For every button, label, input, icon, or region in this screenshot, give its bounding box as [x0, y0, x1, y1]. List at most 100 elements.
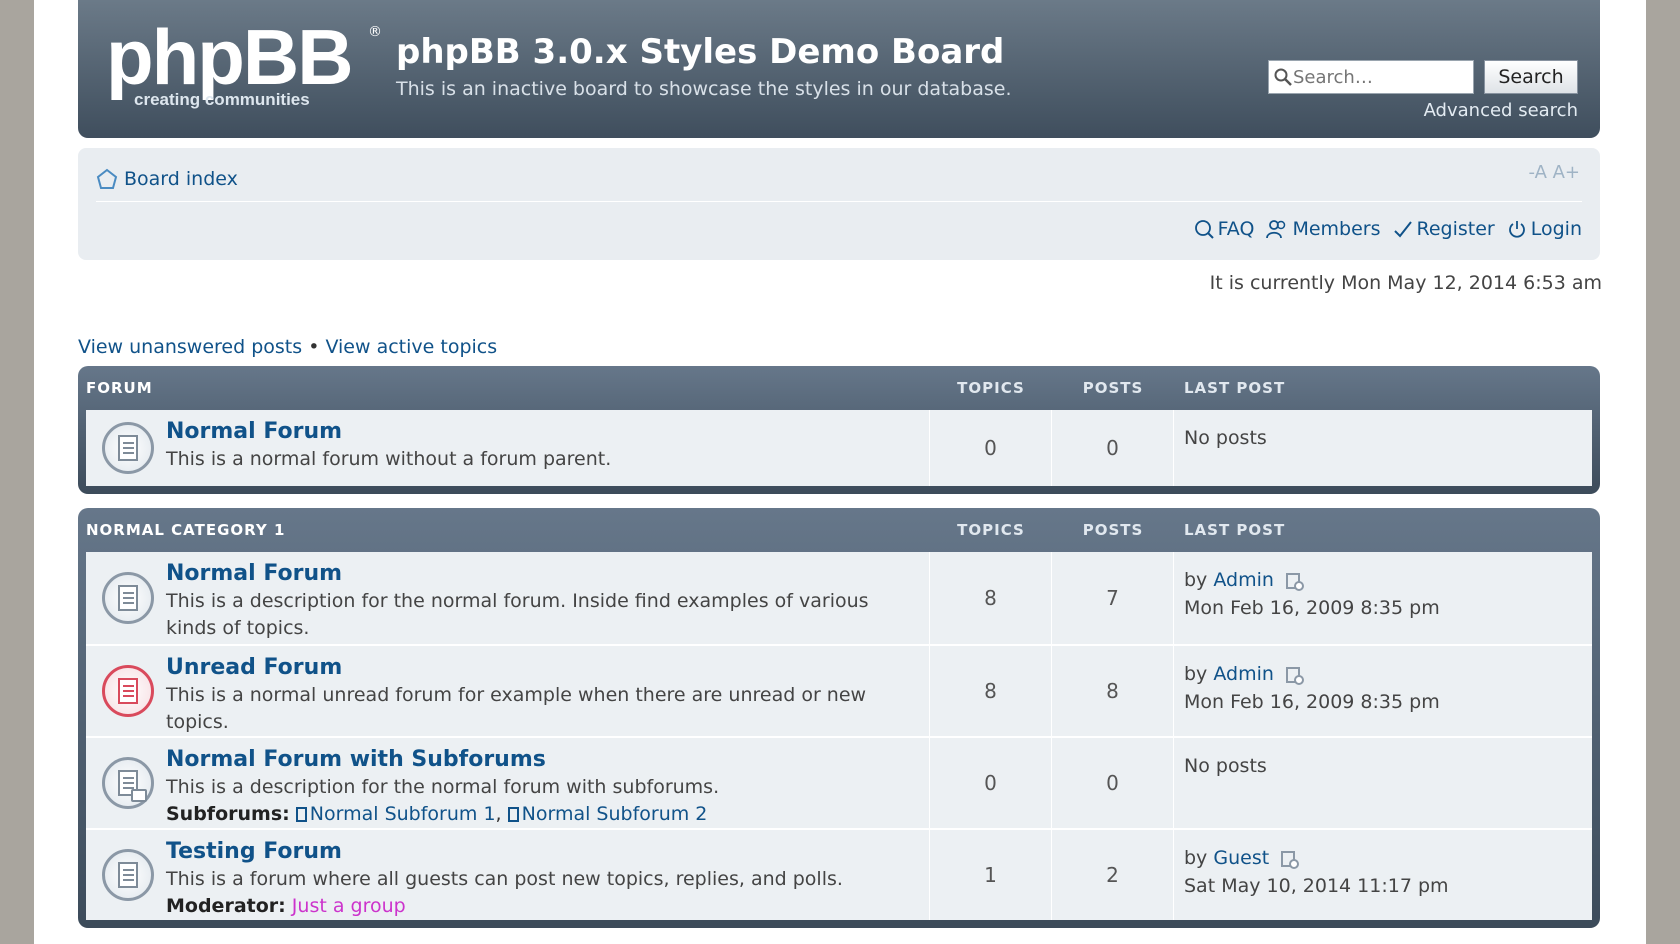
topics-count: 8	[930, 552, 1052, 644]
forum-description: This is a normal forum without a forum p…	[166, 448, 612, 470]
forum-cell: Normal Forum This is a normal forum with…	[86, 410, 930, 486]
topics-count: 0	[930, 738, 1052, 828]
site-title: phpBB 3.0.x Styles Demo Board	[396, 32, 1005, 72]
subforum-link[interactable]: Normal Subforum 1	[310, 803, 496, 825]
topics-count: 1	[930, 830, 1052, 920]
forum-row: Testing Forum This is a forum where all …	[86, 828, 1592, 920]
login-label: Login	[1530, 218, 1582, 240]
forum-title-link[interactable]: Unread Forum	[166, 654, 929, 682]
forum-title-link[interactable]: Normal Forum	[166, 560, 929, 588]
subforum-icon	[507, 807, 519, 822]
last-post: by Guest Sat May 10, 2014 11:17 pm	[1174, 830, 1592, 920]
topics-count: 0	[930, 410, 1052, 486]
last-post-date: Mon Feb 16, 2009 8:35 pm	[1184, 691, 1440, 713]
column-posts: POSTS	[1082, 521, 1144, 539]
view-latest-post-icon[interactable]	[1285, 572, 1304, 591]
forum-cell: Testing Forum This is a forum where all …	[86, 830, 930, 920]
last-post: No posts	[1184, 755, 1267, 777]
registered-mark: ®	[368, 24, 382, 40]
forum-unread-icon	[102, 665, 154, 717]
last-post: No posts	[1184, 427, 1267, 449]
subforums-list: Subforums: Normal Subforum 1, Normal Sub…	[166, 801, 929, 828]
last-post-author[interactable]: Admin	[1213, 569, 1274, 591]
current-datetime: It is currently Mon May 12, 2014 6:53 am	[1209, 272, 1602, 294]
register-icon	[1393, 221, 1412, 238]
subforum-icon	[295, 807, 307, 822]
forum-title-link[interactable]: Testing Forum	[166, 838, 929, 866]
forum-read-icon	[102, 849, 154, 901]
search-button[interactable]: Search	[1484, 60, 1578, 94]
members-label: Members	[1292, 218, 1381, 240]
quick-links-separator: •	[308, 336, 320, 358]
column-posts: POSTS	[1082, 379, 1144, 397]
forum-read-icon	[102, 572, 154, 624]
last-post: by Admin Mon Feb 16, 2009 8:35 pm	[1174, 552, 1592, 644]
posts-count: 8	[1052, 646, 1174, 736]
subforum-link[interactable]: Normal Subforum 2	[522, 803, 708, 825]
forum-read-icon	[102, 422, 154, 474]
posts-count: 7	[1052, 552, 1174, 644]
view-unanswered-link[interactable]: View unanswered posts	[78, 336, 302, 358]
category-name[interactable]: NORMAL CATEGORY 1	[86, 521, 930, 539]
last-post-date: Sat May 10, 2014 11:17 pm	[1184, 875, 1449, 897]
last-post-author[interactable]: Admin	[1213, 663, 1274, 685]
posts-count: 0	[1052, 738, 1174, 828]
view-latest-post-icon[interactable]	[1281, 850, 1300, 869]
power-icon	[1508, 221, 1525, 238]
forum-cell: Normal Forum with Subforums This is a de…	[86, 738, 930, 828]
site-description: This is an inactive board to showcase th…	[396, 78, 1012, 100]
navbar: Board index -A A+ FAQ Members Register L…	[78, 148, 1600, 260]
view-active-link[interactable]: View active topics	[325, 336, 497, 358]
last-post-by: by	[1184, 663, 1208, 685]
navbar-links: FAQ Members Register Login	[1194, 218, 1582, 240]
last-post-author[interactable]: Guest	[1213, 847, 1269, 869]
moderator-label: Moderator:	[166, 895, 286, 917]
phpbb-logo[interactable]: phpBB ® creating communities	[106, 13, 382, 116]
quick-links: View unanswered posts • View active topi…	[78, 336, 497, 358]
forum-category-block: NORMAL CATEGORY 1 TOPICS POSTS LAST POST…	[78, 508, 1600, 928]
forum-row: Normal Forum This is a description for t…	[86, 552, 1592, 644]
faq-link[interactable]: FAQ	[1194, 218, 1255, 240]
subforum-separator: ,	[495, 803, 502, 825]
breadcrumb-board-index[interactable]: Board index	[124, 168, 238, 190]
advanced-search-link[interactable]: Advanced search	[1424, 100, 1578, 121]
forum-row: Normal Forum with Subforums This is a de…	[86, 736, 1592, 828]
forum-title-link[interactable]: Normal Forum with Subforums	[166, 746, 929, 774]
breadcrumb[interactable]: Board index	[96, 168, 238, 190]
last-post-date: Mon Feb 16, 2009 8:35 pm	[1184, 597, 1440, 619]
posts-count: 2	[1052, 830, 1174, 920]
faq-label: FAQ	[1217, 218, 1255, 240]
view-latest-post-icon[interactable]	[1285, 666, 1304, 685]
forum-description: This is a description for the normal for…	[166, 776, 720, 798]
subforums-label: Subforums:	[166, 803, 290, 825]
site-header: phpBB ® creating communities phpBB 3.0.x…	[78, 0, 1600, 138]
forum-rows: Normal Forum This is a description for t…	[86, 552, 1592, 920]
forum-title-link[interactable]: Normal Forum	[166, 418, 929, 446]
forum-description: This is a forum where all guests can pos…	[166, 868, 843, 890]
table-header: FORUM TOPICS POSTS LAST POST	[86, 366, 1592, 410]
logo-tagline: creating communities	[134, 90, 310, 109]
column-last-post: LAST POST	[1184, 521, 1286, 539]
moderator-group-link[interactable]: Just a group	[292, 895, 406, 917]
search-input[interactable]	[1293, 66, 1463, 88]
search-box[interactable]	[1268, 60, 1474, 94]
moderator-line: Moderator: Just a group	[166, 893, 929, 920]
login-link[interactable]: Login	[1507, 218, 1582, 240]
table-header: NORMAL CATEGORY 1 TOPICS POSTS LAST POST	[86, 508, 1592, 552]
forum-row: Normal Forum This is a normal forum with…	[86, 410, 1592, 486]
column-last-post: LAST POST	[1184, 379, 1286, 397]
topics-count: 8	[930, 646, 1052, 736]
register-label: Register	[1416, 218, 1495, 240]
posts-count: 0	[1052, 410, 1174, 486]
register-link[interactable]: Register	[1393, 218, 1495, 240]
members-link[interactable]: Members	[1266, 218, 1381, 240]
forum-description: This is a normal unread forum for exampl…	[166, 684, 867, 733]
column-topics: TOPICS	[957, 379, 1025, 397]
forum-row: Unread Forum This is a normal unread for…	[86, 644, 1592, 736]
font-size-control[interactable]: -A A+	[1528, 162, 1580, 183]
faq-icon	[1194, 220, 1214, 239]
forum-category-block: FORUM TOPICS POSTS LAST POST Normal Foru…	[78, 366, 1600, 494]
category-name[interactable]: FORUM	[86, 379, 930, 397]
forum-subforums-icon	[102, 757, 154, 809]
search-icon	[1274, 68, 1292, 86]
